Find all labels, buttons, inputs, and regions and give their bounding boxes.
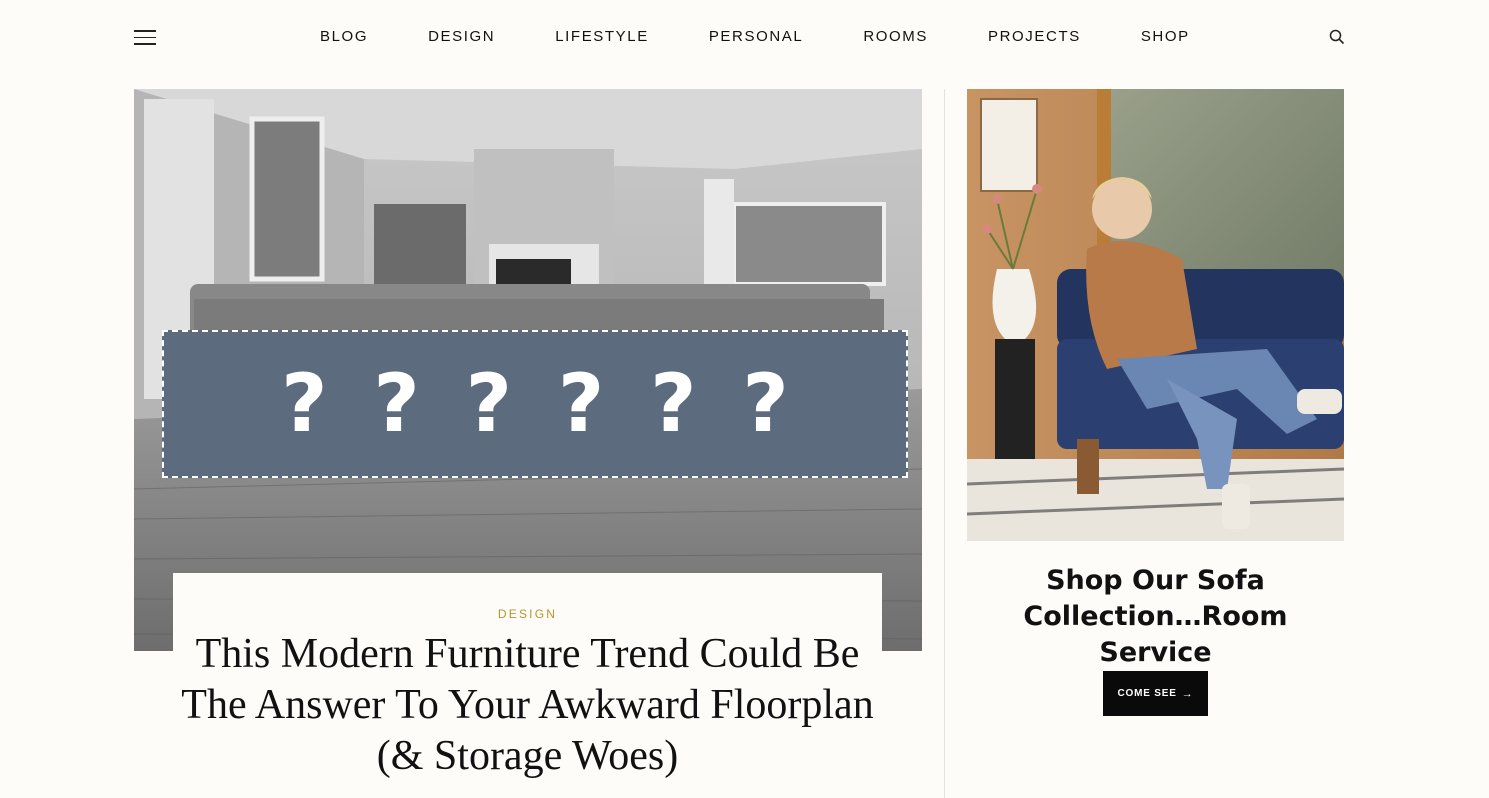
article-category[interactable]: DESIGN [173,607,882,621]
hamburger-icon [134,30,156,32]
nav-item-shop[interactable]: SHOP [1141,28,1190,48]
overlay-question-marks: ? ? ? ? ? ? [281,357,789,450]
article-title[interactable]: This Modern Furniture Trend Could Be The… [173,629,882,782]
come-see-button[interactable]: COME SEE → [1103,671,1208,716]
main-nav: BLOG DESIGN LIFESTYLE PERSONAL ROOMS PRO… [290,28,1190,48]
nav-item-blog[interactable]: BLOG [320,28,368,48]
nav-item-projects[interactable]: PROJECTS [988,28,1081,48]
nav-item-personal[interactable]: PERSONAL [709,28,804,48]
come-see-label: COME SEE [1117,688,1177,699]
column-divider [944,89,945,798]
arrow-right-icon: → [1181,687,1194,700]
hidden-item-overlay: ? ? ? ? ? ? [162,330,908,478]
article-card[interactable]: DESIGN This Modern Furniture Trend Could… [173,573,882,798]
search-icon [1329,29,1345,45]
sofa-ad-image[interactable] [967,89,1344,541]
search-button[interactable] [1329,29,1345,45]
nav-item-lifestyle[interactable]: LIFESTYLE [555,28,649,48]
nav-item-rooms[interactable]: ROOMS [863,28,928,48]
nav-item-design[interactable]: DESIGN [428,28,495,48]
sofa-ad-title[interactable]: Shop Our Sofa Collection…Room Service [967,563,1344,671]
menu-button[interactable] [134,30,156,46]
